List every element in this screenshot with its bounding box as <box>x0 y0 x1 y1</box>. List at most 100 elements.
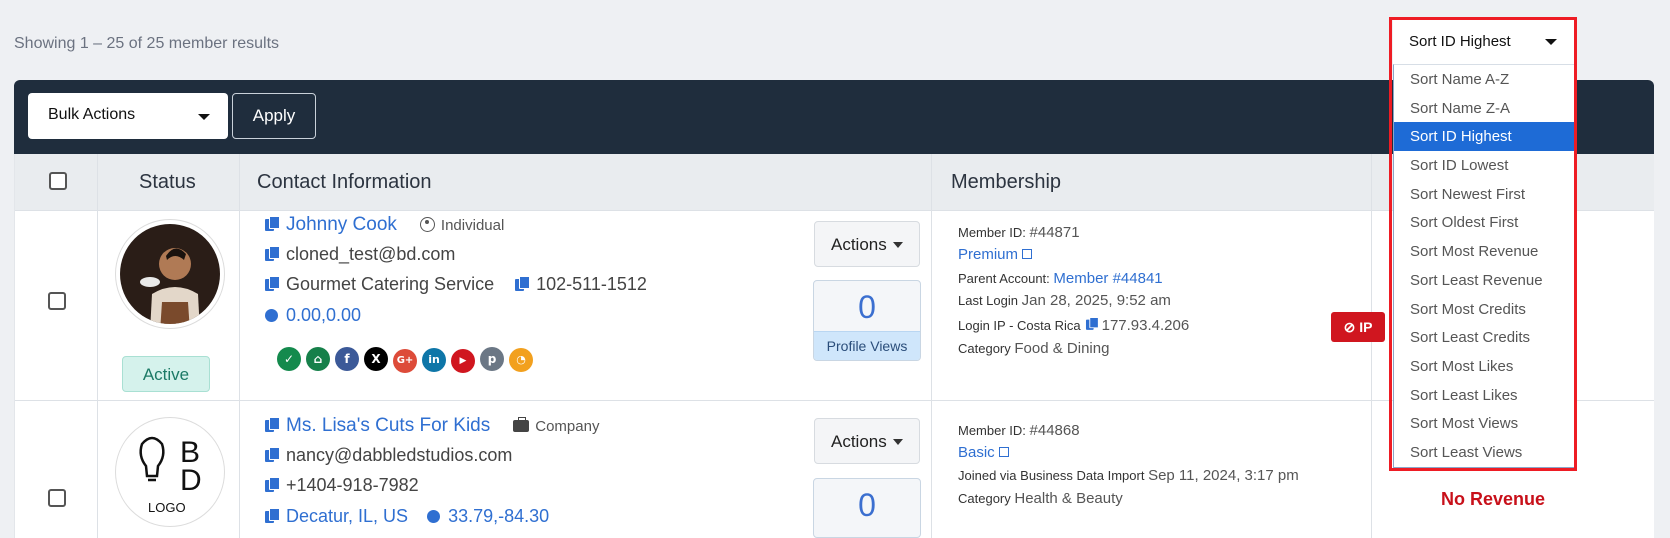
profile-views-count: 0 <box>858 289 876 325</box>
category-label: Category <box>958 491 1011 506</box>
column-divider <box>97 154 98 538</box>
last-login-value: Jan 28, 2025, 9:52 am <box>1021 292 1171 309</box>
row-checkbox[interactable] <box>48 489 66 507</box>
member-id-label: Member ID: <box>958 225 1026 240</box>
sort-option[interactable]: Sort Least Likes <box>1394 381 1574 410</box>
copy-icon[interactable] <box>515 276 531 291</box>
member-id-line: Member ID: #44868 <box>958 422 1080 439</box>
joined-value: Sep 11, 2024, 3:17 pm <box>1148 467 1299 484</box>
parent-account-link[interactable]: Member #44841 <box>1053 270 1162 287</box>
caret-down-icon <box>1545 39 1557 45</box>
joined-label: Joined via Business Data Import <box>958 468 1145 483</box>
category-value: Health & Beauty <box>1014 490 1123 507</box>
linkedin-icon[interactable]: in <box>422 348 446 372</box>
member-email: cloned_test@bd.com <box>286 244 456 264</box>
pinterest-icon[interactable]: p <box>480 347 504 371</box>
facebook-icon[interactable]: f <box>335 347 359 371</box>
check-icon[interactable]: ✓ <box>277 347 301 371</box>
user-circle-icon <box>419 217 435 232</box>
sort-option[interactable]: Sort Most Revenue <box>1394 237 1574 266</box>
member-type: Individual <box>419 217 504 234</box>
column-divider <box>239 154 240 538</box>
profile-views-box: 0 Profile Views <box>813 280 921 361</box>
google-plus-icon[interactable]: G+ <box>393 349 417 373</box>
sort-option[interactable]: Sort Most Likes <box>1394 352 1574 381</box>
category-label: Category <box>958 341 1011 356</box>
copy-icon[interactable] <box>265 477 280 492</box>
copy-icon[interactable] <box>1085 317 1099 330</box>
parent-account-line: Parent Account: Member #44841 <box>958 270 1163 287</box>
last-login-label: Last Login <box>958 293 1018 308</box>
sort-option[interactable]: Sort ID Lowest <box>1394 151 1574 180</box>
row-checkbox[interactable] <box>48 292 66 310</box>
sort-option[interactable]: Sort Least Credits <box>1394 323 1574 352</box>
member-id-value: #44871 <box>1029 224 1080 241</box>
member-phone: 102-511-1512 <box>536 274 647 294</box>
avatar <box>116 220 224 328</box>
member-city[interactable]: Decatur, IL, US <box>286 506 408 526</box>
column-divider <box>1371 154 1372 538</box>
sort-option-selected[interactable]: Sort ID Highest <box>1394 122 1574 152</box>
copy-icon[interactable] <box>265 417 280 432</box>
profile-views-count: 0 <box>858 487 876 523</box>
caret-down-icon <box>893 439 903 445</box>
login-ip-label: Login IP - Costa Rica <box>958 318 1081 333</box>
member-type-label: Company <box>535 418 600 435</box>
sort-select[interactable]: Sort ID Highest <box>1393 20 1575 64</box>
member-type: Company <box>513 417 600 435</box>
apply-button[interactable]: Apply <box>232 93 316 139</box>
sort-options-list: Sort Name A-Z Sort Name Z-A Sort ID High… <box>1393 64 1575 468</box>
plan-link[interactable]: Basic <box>958 444 995 461</box>
member-location[interactable]: 0.00,0.00 <box>286 305 361 325</box>
member-name-link[interactable]: Ms. Lisa's Cuts For Kids <box>286 415 490 436</box>
profile-views-label: Profile Views <box>814 331 920 360</box>
ip-ban-badge[interactable]: ⊘ IP <box>1331 312 1385 342</box>
bulk-actions-select[interactable]: Bulk Actions <box>28 93 228 139</box>
ban-icon: ⊘ <box>1343 319 1356 335</box>
logo-letters: D <box>180 464 202 497</box>
youtube-icon[interactable]: ▶ <box>451 349 475 373</box>
sort-option[interactable]: Sort Name Z-A <box>1394 94 1574 123</box>
contact-email-line: cloned_test@bd.com <box>265 244 455 265</box>
sort-option[interactable]: Sort Oldest First <box>1394 208 1574 237</box>
briefcase-icon <box>513 417 530 432</box>
sort-option[interactable]: Sort Newest First <box>1394 180 1574 209</box>
contact-name-line: Ms. Lisa's Cuts For Kids Company <box>265 415 599 437</box>
header-membership: Membership <box>951 171 1062 193</box>
contact-email-line: nancy@dabbledstudios.com <box>265 445 512 466</box>
actions-button[interactable]: Actions <box>814 221 920 267</box>
category-line: Category Health & Beauty <box>958 490 1123 507</box>
revenue-status: No Revenue <box>1441 489 1546 509</box>
copy-icon[interactable] <box>265 216 280 231</box>
contact-location-line: 0.00,0.00 <box>265 305 361 326</box>
sort-option[interactable]: Sort Most Credits <box>1394 295 1574 324</box>
home-icon[interactable]: ⌂ <box>306 347 330 371</box>
status-badge: Active <box>122 356 210 392</box>
member-company: Gourmet Catering Service <box>286 274 495 294</box>
member-coords[interactable]: 33.79,-84.30 <box>448 506 549 526</box>
contact-location-line: Decatur, IL, US 33.79,-84.30 <box>265 506 549 534</box>
sort-option[interactable]: Sort Least Views <box>1394 438 1574 467</box>
plan-line: Basic <box>958 444 1009 461</box>
member-name-link[interactable]: Johnny Cook <box>286 214 397 235</box>
company-logo: B D LOGO <box>116 418 224 526</box>
globe-icon <box>427 510 441 523</box>
member-id-value: #44868 <box>1029 422 1080 439</box>
plan-link[interactable]: Premium <box>958 246 1018 263</box>
social-links: ✓ ⌂ f X G+ in ▶ p ◔ <box>277 347 538 373</box>
select-all-checkbox[interactable] <box>49 172 67 190</box>
copy-icon[interactable] <box>265 246 280 261</box>
contact-name-line: Johnny Cook Individual <box>265 214 504 236</box>
rss-icon[interactable]: ◔ <box>509 348 533 372</box>
parent-account-label: Parent Account: <box>958 271 1050 286</box>
profile-views-box: 0 <box>813 478 921 538</box>
copy-icon[interactable] <box>265 508 280 523</box>
x-twitter-icon[interactable]: X <box>364 347 388 371</box>
copy-icon[interactable] <box>265 276 280 291</box>
sort-option[interactable]: Sort Name A-Z <box>1394 65 1574 94</box>
sort-option[interactable]: Sort Least Revenue <box>1394 266 1574 295</box>
actions-button[interactable]: Actions <box>814 418 920 464</box>
copy-icon[interactable] <box>265 447 280 462</box>
ip-badge-label: IP <box>1359 319 1373 335</box>
sort-option[interactable]: Sort Most Views <box>1394 409 1574 438</box>
